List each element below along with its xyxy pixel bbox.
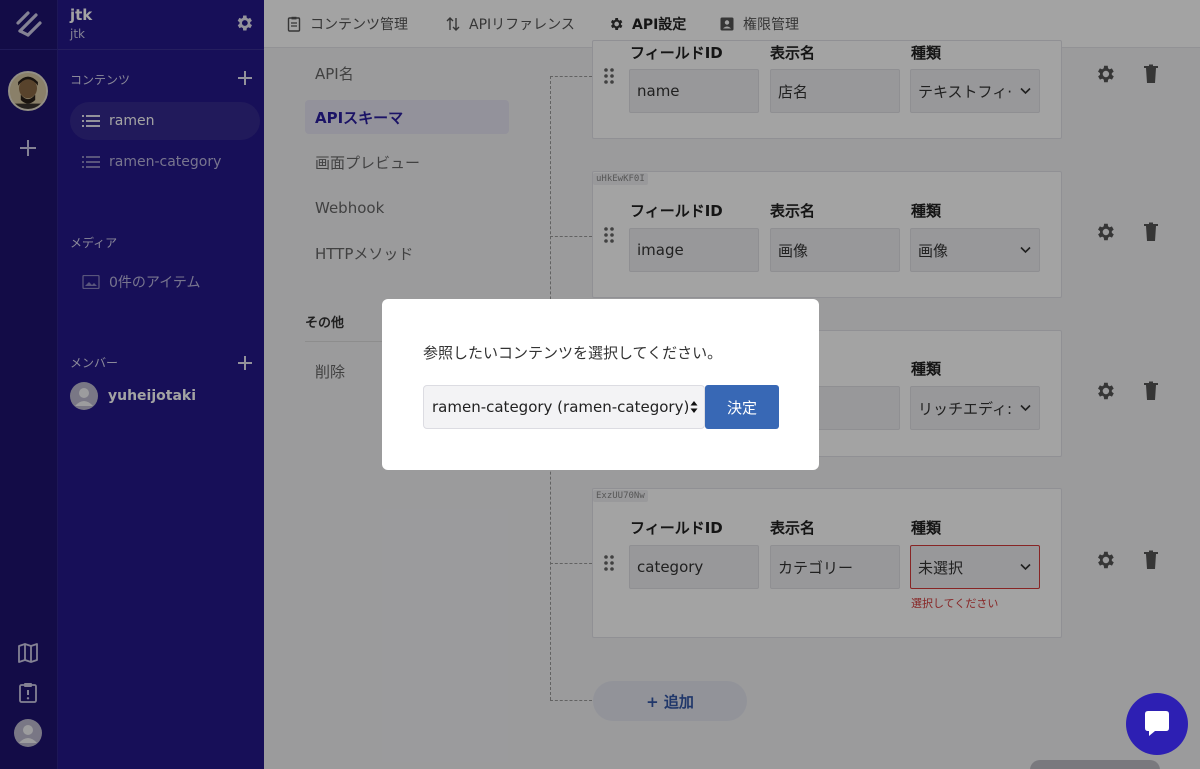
chat-icon (1145, 711, 1169, 736)
modal-message: 参照したいコンテンツを選択してください。 (423, 344, 723, 362)
content-select[interactable]: ramen-category (ramen-category) (423, 385, 705, 429)
content-select-value: ramen-category (ramen-category) (432, 398, 690, 416)
reference-content-modal: 参照したいコンテンツを選択してください。 ramen-category (ram… (382, 299, 819, 470)
confirm-button[interactable]: 決定 (705, 385, 779, 429)
chat-launcher-button[interactable] (1126, 693, 1188, 755)
select-arrows-icon (690, 401, 698, 413)
